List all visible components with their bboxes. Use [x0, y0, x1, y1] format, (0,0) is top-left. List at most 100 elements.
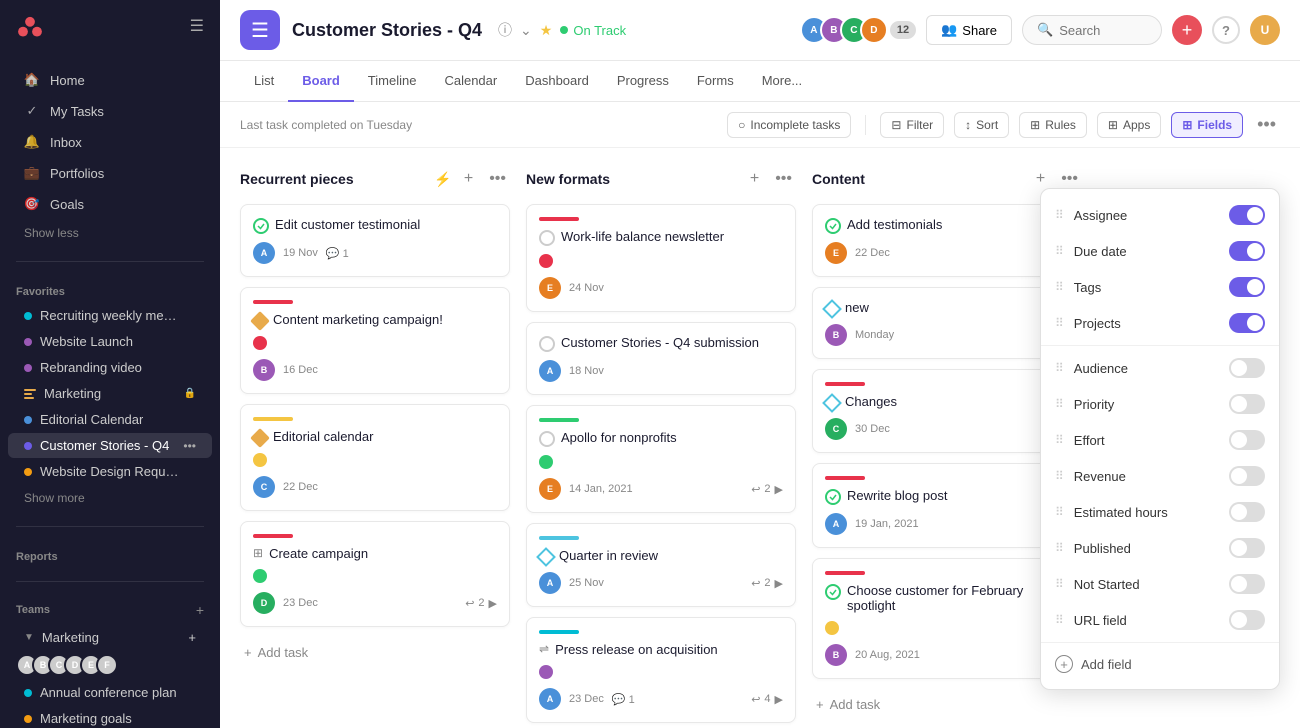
- sidebar-item-fav-6[interactable]: Customer Stories - Q4 •••: [8, 433, 212, 458]
- column-new-formats: New formats + ••• Work-life balance news…: [526, 164, 796, 712]
- search-bar[interactable]: 🔍: [1022, 15, 1162, 45]
- sidebar-item-home[interactable]: 🏠 Home: [8, 65, 212, 95]
- add-team-button[interactable]: +: [196, 602, 204, 618]
- fields-item-priority[interactable]: ⠿ Priority: [1041, 386, 1279, 422]
- fields-item-audience[interactable]: ⠿ Audience: [1041, 350, 1279, 386]
- tab-progress[interactable]: Progress: [603, 61, 683, 102]
- task-check[interactable]: [539, 336, 555, 352]
- task-check[interactable]: [253, 218, 269, 234]
- sidebar-item-fav-1[interactable]: Recruiting weekly mee...: [8, 303, 212, 328]
- card-content-marketing[interactable]: Content marketing campaign! B 16 Dec: [240, 287, 510, 394]
- published-toggle[interactable]: [1229, 538, 1265, 558]
- more-options-button[interactable]: •••: [1253, 110, 1280, 139]
- fields-item-revenue[interactable]: ⠿ Revenue: [1041, 458, 1279, 494]
- apps-button[interactable]: ⊞ Apps: [1097, 112, 1161, 138]
- projects-toggle[interactable]: [1229, 313, 1265, 333]
- card-title-text: Create campaign: [269, 546, 368, 561]
- filter-button[interactable]: ⊟ Filter: [880, 112, 944, 138]
- fields-item-not-started[interactable]: ⠿ Not Started: [1041, 566, 1279, 602]
- fields-item-published[interactable]: ⠿ Published: [1041, 530, 1279, 566]
- sidebar-item-goals[interactable]: 🎯 Goals: [8, 189, 212, 219]
- fields-item-effort[interactable]: ⠿ Effort: [1041, 422, 1279, 458]
- add-field-button[interactable]: + Add field: [1041, 647, 1279, 681]
- tab-dashboard[interactable]: Dashboard: [511, 61, 603, 102]
- priority-toggle[interactable]: [1229, 394, 1265, 414]
- task-check[interactable]: [539, 431, 555, 447]
- add-task-button[interactable]: + Add task: [812, 689, 1082, 720]
- tab-timeline[interactable]: Timeline: [354, 61, 431, 102]
- sidebar-item-fav-5[interactable]: Editorial Calendar: [8, 407, 212, 432]
- card-work-life[interactable]: Work-life balance newsletter E 24 Nov: [526, 204, 796, 312]
- forward-icon: ▶: [775, 577, 783, 590]
- task-check[interactable]: [539, 230, 555, 246]
- column-more-button[interactable]: •••: [485, 168, 510, 190]
- show-less-button[interactable]: Show less: [8, 221, 212, 245]
- column-more-button[interactable]: •••: [771, 168, 796, 190]
- share-button[interactable]: 👥 Share: [926, 15, 1012, 45]
- tab-board[interactable]: Board: [288, 61, 354, 102]
- fields-item-projects[interactable]: ⠿ Projects: [1041, 305, 1279, 341]
- card-press-release[interactable]: ⇌ Press release on acquisition A 23 Dec …: [526, 617, 796, 723]
- add-column-button[interactable]: +: [1032, 168, 1049, 190]
- create-button[interactable]: +: [1172, 15, 1202, 45]
- tab-forms[interactable]: Forms: [683, 61, 748, 102]
- fields-item-tags[interactable]: ⠿ Tags: [1041, 269, 1279, 305]
- info-icon[interactable]: ⓘ: [498, 20, 512, 40]
- user-avatar[interactable]: U: [1250, 15, 1280, 45]
- sidebar-item-portfolios[interactable]: 💼 Portfolios: [8, 158, 212, 188]
- diamond-outline-icon: [822, 393, 842, 413]
- star-icon[interactable]: ★: [540, 22, 553, 39]
- add-column-button[interactable]: +: [460, 168, 477, 190]
- not-started-toggle[interactable]: [1229, 574, 1265, 594]
- fields-item-estimated-hours[interactable]: ⠿ Estimated hours: [1041, 494, 1279, 530]
- card-quarter-review[interactable]: Quarter in review A 25 Nov ↩2 ▶: [526, 523, 796, 607]
- card-apollo[interactable]: Apollo for nonprofits E 14 Jan, 2021 ↩2 …: [526, 405, 796, 513]
- assignee-toggle[interactable]: [1229, 205, 1265, 225]
- tab-more[interactable]: More...: [748, 61, 816, 102]
- incomplete-tasks-button[interactable]: ○ Incomplete tasks: [727, 112, 851, 138]
- card-editorial-calendar[interactable]: Editorial calendar C 22 Dec: [240, 404, 510, 511]
- help-button[interactable]: ?: [1212, 16, 1240, 44]
- effort-toggle[interactable]: [1229, 430, 1265, 450]
- sort-button[interactable]: ↕ Sort: [954, 112, 1009, 138]
- fields-button[interactable]: ⊞ Fields: [1171, 112, 1243, 138]
- sidebar-item-fav-4[interactable]: Marketing 🔒: [8, 381, 212, 406]
- estimated-hours-toggle[interactable]: [1229, 502, 1265, 522]
- revenue-toggle[interactable]: [1229, 466, 1265, 486]
- dot-icon: [24, 312, 32, 320]
- task-check[interactable]: [825, 584, 841, 600]
- fields-item-url[interactable]: ⠿ URL field: [1041, 602, 1279, 638]
- sidebar-item-marketing-goals[interactable]: Marketing goals: [8, 706, 212, 728]
- add-to-team-button[interactable]: +: [188, 630, 196, 645]
- fields-item-due-date[interactable]: ⠿ Due date: [1041, 233, 1279, 269]
- rules-button[interactable]: ⊞ Rules: [1019, 112, 1087, 138]
- search-input[interactable]: [1059, 23, 1139, 38]
- main-content: ☰ Customer Stories - Q4 ⓘ ⌄ ★ On Track A…: [220, 0, 1300, 728]
- task-check[interactable]: [825, 218, 841, 234]
- sidebar-item-fav-7[interactable]: Website Design Reque...: [8, 459, 212, 484]
- team-item-marketing[interactable]: ▼ Marketing +: [8, 625, 212, 650]
- url-field-toggle[interactable]: [1229, 610, 1265, 630]
- tab-calendar[interactable]: Calendar: [430, 61, 511, 102]
- chevron-down-icon[interactable]: ⌄: [520, 22, 532, 39]
- fields-icon: ⊞: [1182, 118, 1192, 132]
- sidebar-item-my-tasks[interactable]: ✓ My Tasks: [8, 96, 212, 126]
- sidebar-item-fav-2[interactable]: Website Launch: [8, 329, 212, 354]
- due-date-toggle[interactable]: [1229, 241, 1265, 261]
- tab-list[interactable]: List: [240, 61, 288, 102]
- hamburger-icon[interactable]: ☰: [190, 16, 204, 36]
- add-column-button[interactable]: +: [746, 168, 763, 190]
- add-task-button[interactable]: + Add task: [240, 637, 510, 668]
- show-more-button[interactable]: Show more: [8, 486, 212, 510]
- card-customer-stories-sub[interactable]: Customer Stories - Q4 submission A 18 No…: [526, 322, 796, 395]
- card-edit-testimonial[interactable]: Edit customer testimonial A 19 Nov 💬 1: [240, 204, 510, 277]
- card-create-campaign[interactable]: ⊞ Create campaign D 23 Dec ↩2 ▶: [240, 521, 510, 627]
- sidebar-item-fav-3[interactable]: Rebranding video: [8, 355, 212, 380]
- sidebar-item-inbox[interactable]: 🔔 Inbox: [8, 127, 212, 157]
- tags-toggle[interactable]: [1229, 277, 1265, 297]
- task-check[interactable]: [825, 489, 841, 505]
- column-more-button[interactable]: •••: [1057, 168, 1082, 190]
- audience-toggle[interactable]: [1229, 358, 1265, 378]
- sidebar-item-annual[interactable]: Annual conference plan: [8, 680, 212, 705]
- fields-item-assignee[interactable]: ⠿ Assignee: [1041, 197, 1279, 233]
